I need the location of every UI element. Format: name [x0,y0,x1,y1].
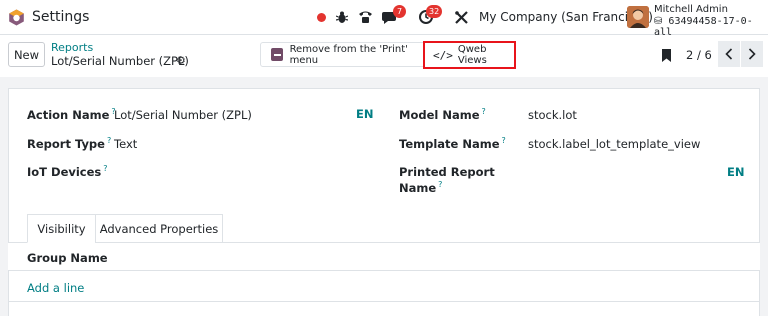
qweb-views-button[interactable]: </> Qweb Views [423,41,516,69]
pager-next-button[interactable] [741,41,763,67]
app-title[interactable]: Settings [32,9,89,25]
chevron-right-icon [748,48,756,60]
tab-visibility[interactable]: Visibility [27,214,96,243]
breadcrumb-current: Lot/Serial Number (ZPL) [51,54,189,68]
action-name-translate-button[interactable]: EN [356,107,373,121]
new-button[interactable]: New [8,42,45,67]
group-name-column-header[interactable]: Group Name [27,251,108,265]
action-name-label: Action Name? [27,107,116,122]
pager-previous-button[interactable] [718,41,740,67]
database-icon: ⛁ [654,16,663,27]
remove-from-print-menu-button[interactable]: Remove from the 'Print' menu [261,43,423,66]
user-avatar[interactable] [627,6,649,28]
template-name-label: Template Name? [399,136,506,151]
action-name-field[interactable]: Lot/Serial Number (ZPL) [114,108,252,122]
printed-report-name-label-line2: Name? [399,180,443,195]
groups-table-header: Group Name [8,243,760,271]
template-name-field[interactable]: stock.label_lot_template_view [528,137,700,151]
top-navbar: Settings 7 32 My Company (San Francisco)… [0,0,768,38]
help-tooltip-icon[interactable]: ? [502,136,506,145]
record-dot-icon[interactable] [314,8,328,26]
report-type-label: Report Type? [27,136,112,151]
help-tooltip-icon[interactable]: ? [482,107,486,116]
minus-square-icon [271,48,283,61]
help-tooltip-icon[interactable]: ? [107,136,111,145]
report-type-field[interactable]: Text [114,137,137,151]
activity-badge: 7 [393,5,406,18]
qweb-views-label: Qweb Views [457,44,487,66]
bookmark-icon [662,49,671,62]
tab-visibility-label: Visibility [37,221,86,236]
tab-advanced-properties-label: Advanced Properties [99,221,219,236]
settings-app-icon[interactable] [8,9,25,26]
add-a-line-link[interactable]: Add a line [27,281,84,295]
tools-icon[interactable] [453,8,469,26]
groups-table-bottom-border [8,301,760,302]
code-icon: </> [433,48,453,62]
clock-badge: 32 [426,5,443,18]
help-tooltip-icon[interactable]: ? [438,180,442,189]
printed-report-name-translate-button[interactable]: EN [727,165,744,179]
gear-icon[interactable]: ⚙ [176,54,186,67]
phone-icon[interactable] [356,8,374,26]
help-tooltip-icon[interactable]: ? [103,164,107,173]
pager-value[interactable]: 2 / 6 [686,48,712,62]
iot-devices-label: IoT Devices? [27,164,108,179]
bug-icon[interactable] [334,8,350,26]
form-sheet [8,88,760,316]
printed-report-name-label-line1: Printed Report [399,165,495,179]
remove-from-print-menu-label: Remove from the 'Print' menu [289,43,408,66]
model-name-label: Model Name? [399,107,486,122]
breadcrumb-parent[interactable]: Reports [51,41,93,54]
user-name[interactable]: Mitchell Admin [654,4,728,15]
tab-advanced-properties[interactable]: Advanced Properties [95,214,223,243]
action-button-group: Remove from the 'Print' menu </> Qweb Vi… [260,41,516,69]
control-panel: New Reports Lot/Serial Number (ZPL) ⚙ Re… [0,35,768,77]
chevron-left-icon [725,48,733,60]
model-name-field[interactable]: stock.lot [528,108,577,122]
